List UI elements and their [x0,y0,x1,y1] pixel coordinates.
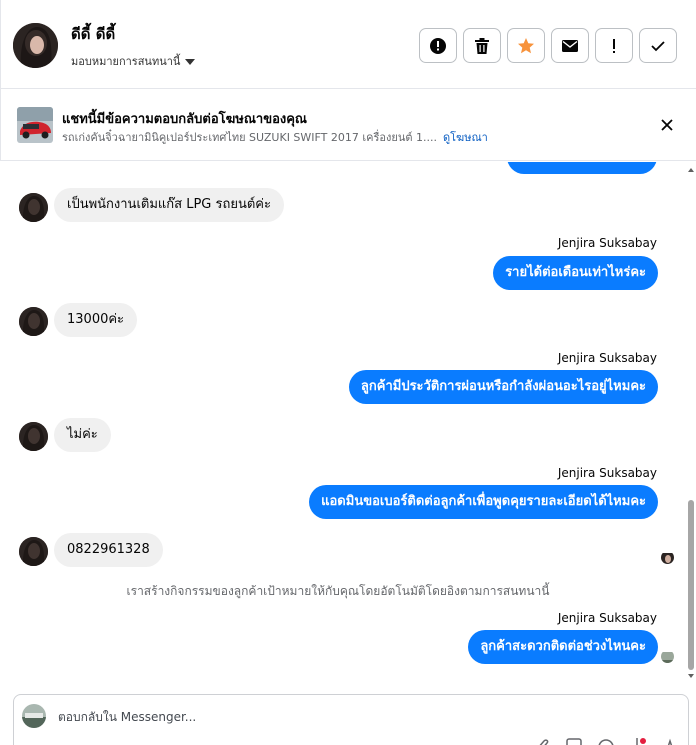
sender-name: Jenjira Suksabay [557,236,657,250]
dollar-icon[interactable] [629,738,647,745]
composer-tools [533,738,679,745]
conversation-actions [419,28,677,63]
ad-thumbnail[interactable] [17,107,53,143]
message-bubble-outgoing: แอดมินขอเบอร์ติดต่อลูกค้าเพื่อพูดคุยรายล… [309,485,658,519]
follow-up-button[interactable] [595,28,633,63]
close-banner-button[interactable] [659,117,675,133]
scrollbar-thumb[interactable] [688,500,694,670]
system-note: เราสร้างกิจกรรมของลูกค้าเป้าหมายให้กับคุ… [126,584,550,598]
message-bubble-incoming: ไม่ค่ะ [54,418,111,452]
scroll-down-arrow-icon[interactable] [688,674,694,678]
attachment-icon[interactable] [533,738,551,745]
contact-avatar[interactable] [13,23,58,68]
contact-avatar-small [19,307,48,336]
delete-button[interactable] [463,28,501,63]
message-bubble-outgoing: ลูกค้าสะดวกติดต่อช่วงไหนคะ [468,630,658,664]
view-ad-link[interactable]: ดูโฆษณา [443,131,488,144]
star-icon [518,37,534,53]
message-bubble-outgoing-partial [507,162,657,174]
assign-conversation-dropdown[interactable]: มอบหมายการสนทนานี้ [71,52,196,70]
ad-description: รถเก่งคันจิ๋วฉายามินิคูเปอร์ประเทศไทย SU… [62,131,437,144]
scroll-up-arrow-icon[interactable] [688,168,694,172]
reply-input[interactable] [58,708,538,726]
page-avatar [22,704,46,728]
caret-down-icon [185,58,196,65]
message-thread: เป็นพนักงานเติมแก๊ส LPG รถยนต์ค่ะ Jenjir… [0,162,696,682]
ad-banner-title: แชทนี้มีข้อความตอบกลับต่อโฆษณาของคุณ [62,112,307,127]
ad-banner-subtitle: รถเก่งคันจิ๋วฉายามินิคูเปอร์ประเทศไทย SU… [62,128,488,146]
assign-label: มอบหมายการสนทนานี้ [71,55,181,68]
mark-spam-button[interactable] [419,28,457,63]
emoji-icon[interactable] [597,738,615,745]
mark-unread-button[interactable] [551,28,589,63]
mail-icon [562,39,578,52]
message-bubble-outgoing: รายได้ต่อเดือนเท่าไหร่คะ [493,256,658,290]
alert-circle-icon [430,37,446,54]
sender-name: Jenjira Suksabay [557,351,657,365]
message-bubble-incoming: 13000ค่ะ [54,303,138,337]
contact-avatar-small [19,537,48,566]
message-bubble-outgoing: ลูกค้ามีประวัติการผ่อนหรือกำลังผ่อนอะไรอ… [348,370,658,404]
message-bubble-incoming: 0822961328 [54,533,163,567]
star-button[interactable] [507,28,545,63]
sender-name: Jenjira Suksabay [557,466,657,480]
exclamation-icon [613,38,615,53]
seen-indicator-avatar [661,551,674,564]
mark-done-button[interactable] [639,28,677,63]
close-icon [661,119,673,131]
message-bubble-incoming: เป็นพนักงานเติมแก๊ส LPG รถยนต์ค่ะ [54,188,284,222]
seen-indicator-avatar [661,650,674,663]
more-tools-icon[interactable] [661,738,679,745]
contact-avatar-small [19,422,48,451]
image-icon[interactable] [565,738,583,745]
trash-icon [475,37,489,54]
check-icon [651,40,665,51]
contact-avatar-small [19,193,48,222]
conversation-header: ดีดี้ ดีดี้ มอบหมายการสนทนานี้ [0,0,696,89]
sender-name: Jenjira Suksabay [557,611,657,625]
contact-name: ดีดี้ ดีดี้ [71,25,116,43]
